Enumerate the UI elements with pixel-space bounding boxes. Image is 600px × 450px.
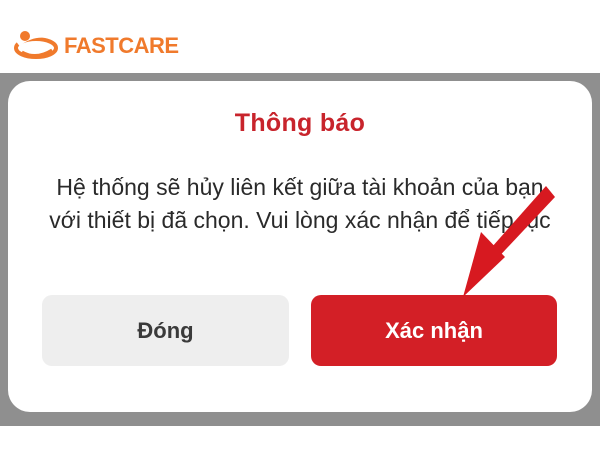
confirm-button[interactable]: Xác nhận <box>311 295 557 366</box>
brand-name: FASTCARE <box>64 33 179 58</box>
dialog-message: Hệ thống sẽ hủy liên kết giữa tài khoản … <box>49 174 551 233</box>
fastcare-swoosh-icon <box>14 31 58 59</box>
dialog-title: Thông báo <box>234 109 366 137</box>
close-button[interactable]: Đóng <box>42 295 289 366</box>
confirm-dialog: Thông báo Hệ thống sẽ hủy liên kết giữa … <box>8 81 592 412</box>
brand-logo: FASTCARE <box>12 28 179 64</box>
page: FASTCARE Thông báo Hệ thống sẽ hủy liên … <box>0 0 600 450</box>
